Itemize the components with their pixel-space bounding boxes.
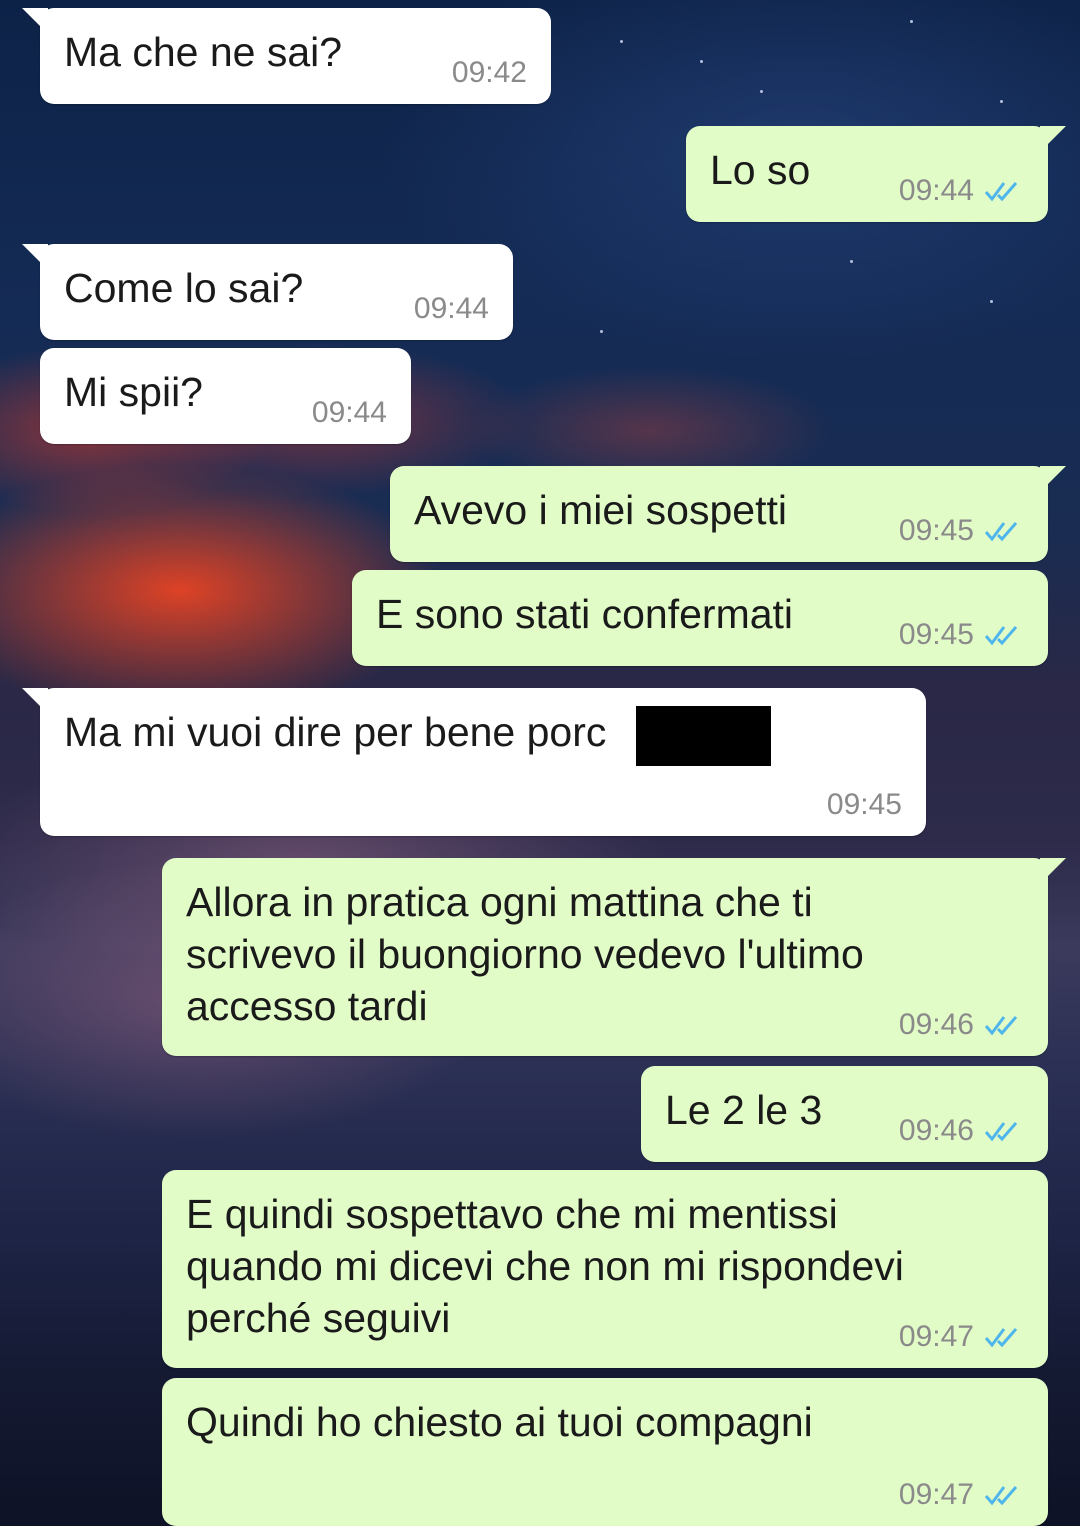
- message-text: Le 2 le 3: [665, 1087, 823, 1133]
- message-time: 09:46: [898, 1008, 974, 1041]
- message-text: Ma che ne sai?: [64, 29, 343, 75]
- message-meta: 09:47: [899, 1320, 1024, 1354]
- star-decoration: [700, 60, 703, 63]
- star-decoration: [850, 260, 853, 263]
- message-text: Quindi ho chiesto ai tuoi compagni: [186, 1399, 813, 1445]
- double-check-read-icon: [984, 522, 1018, 542]
- message-text: Lo so: [710, 147, 811, 193]
- message-meta: 09:45: [899, 514, 1024, 548]
- message-text: Ma mi vuoi dire per bene porc: [64, 709, 607, 755]
- message-meta: 09:44: [414, 292, 489, 326]
- message-text: E quindi sospettavo che mi mentissi quan…: [186, 1191, 904, 1341]
- message-time: 09:47: [898, 1478, 974, 1511]
- message-time: 09:45: [898, 618, 974, 651]
- message-bubble-incoming[interactable]: Ma mi vuoi dire per bene porc 09:45: [22, 688, 926, 836]
- message-bubble-outgoing[interactable]: Lo so 09:44: [686, 126, 1066, 222]
- message-text: Allora in pratica ogni mattina che ti sc…: [186, 879, 864, 1029]
- message-meta: 09:45: [827, 788, 902, 822]
- message-text: E sono stati confermati: [376, 591, 794, 637]
- double-check-read-icon: [984, 626, 1018, 646]
- double-check-read-icon: [984, 1122, 1018, 1142]
- star-decoration: [760, 90, 763, 93]
- message-time: 09:46: [898, 1114, 974, 1147]
- message-time: 09:44: [413, 292, 489, 325]
- message-bubble-outgoing[interactable]: Quindi ho chiesto ai tuoi compagni 09:47: [162, 1378, 1048, 1526]
- message-meta: 09:44: [312, 396, 387, 430]
- message-text: Mi spii?: [64, 369, 203, 415]
- star-decoration: [1000, 100, 1003, 103]
- star-decoration: [910, 20, 913, 23]
- message-meta: 09:42: [452, 56, 527, 90]
- message-meta: 09:47: [899, 1478, 1024, 1512]
- message-bubble-outgoing[interactable]: Allora in pratica ogni mattina che ti sc…: [162, 858, 1066, 1056]
- message-bubble-outgoing[interactable]: Avevo i miei sospetti 09:45: [390, 466, 1066, 562]
- message-time: 09:44: [898, 174, 974, 207]
- message-meta: 09:46: [899, 1008, 1024, 1042]
- message-text: Come lo sai?: [64, 265, 304, 311]
- message-time: 09:47: [898, 1320, 974, 1353]
- message-bubble-outgoing[interactable]: Le 2 le 3 09:46: [641, 1066, 1048, 1162]
- double-check-read-icon: [984, 182, 1018, 202]
- message-bubble-outgoing[interactable]: E sono stati confermati 09:45: [352, 570, 1048, 666]
- message-bubble-incoming[interactable]: Mi spii? 09:44: [40, 348, 411, 444]
- message-bubble-outgoing[interactable]: E quindi sospettavo che mi mentissi quan…: [162, 1170, 1048, 1368]
- double-check-read-icon: [984, 1486, 1018, 1506]
- message-time: 09:44: [311, 396, 387, 429]
- message-meta: 09:46: [899, 1114, 1024, 1148]
- star-decoration: [600, 330, 603, 333]
- message-meta: 09:45: [899, 618, 1024, 652]
- message-bubble-incoming[interactable]: Come lo sai? 09:44: [22, 244, 513, 340]
- redaction-box: [636, 706, 771, 766]
- message-time: 09:42: [451, 56, 527, 89]
- message-time: 09:45: [898, 514, 974, 547]
- double-check-read-icon: [984, 1328, 1018, 1348]
- message-text: Avevo i miei sospetti: [414, 487, 787, 533]
- message-time: 09:45: [826, 788, 902, 821]
- message-bubble-incoming[interactable]: Ma che ne sai? 09:42: [22, 8, 551, 104]
- star-decoration: [620, 40, 623, 43]
- star-decoration: [990, 300, 993, 303]
- message-meta: 09:44: [899, 174, 1024, 208]
- double-check-read-icon: [984, 1016, 1018, 1036]
